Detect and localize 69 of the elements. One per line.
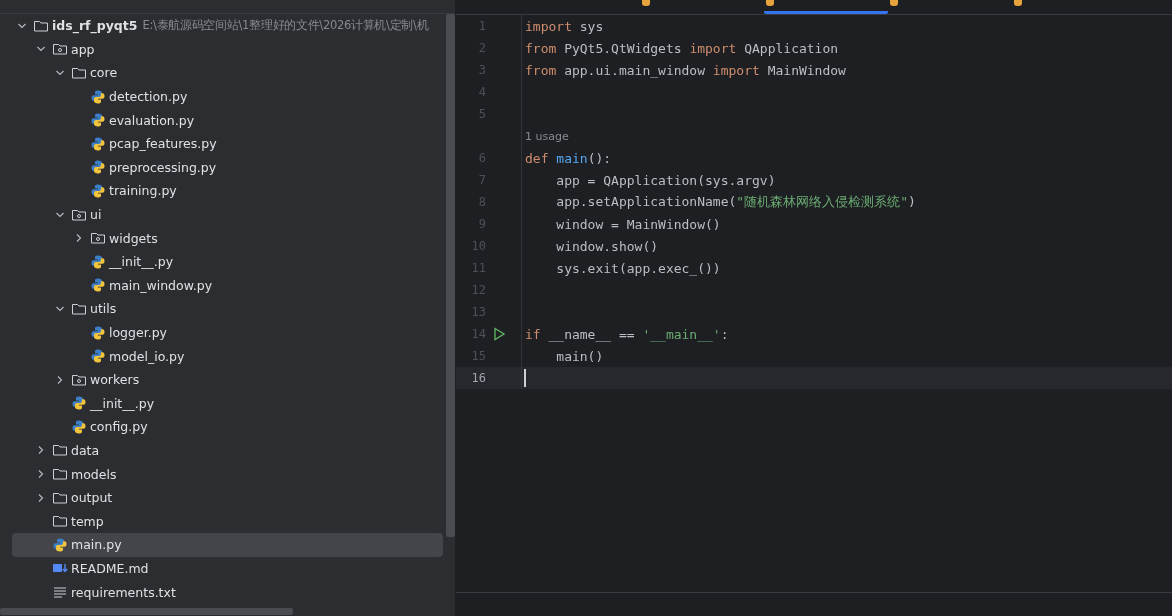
tree-item[interactable]: __init__.py bbox=[12, 249, 443, 274]
tree-item[interactable]: main_window.py bbox=[12, 273, 443, 298]
code-line: import sys bbox=[525, 18, 604, 34]
folder-icon bbox=[52, 442, 68, 459]
python-file-icon bbox=[71, 418, 87, 435]
python-file-icon bbox=[90, 324, 106, 341]
scrollbar[interactable] bbox=[446, 14, 455, 537]
tree-item[interactable]: pcap_features.py bbox=[12, 131, 443, 156]
tree-item[interactable]: detection.py bbox=[12, 84, 443, 109]
tree-item[interactable]: __init__.py bbox=[12, 391, 443, 416]
chevron-right-icon[interactable] bbox=[36, 445, 46, 456]
python-file-icon bbox=[90, 348, 106, 365]
editor-tab[interactable] bbox=[764, 0, 888, 14]
code-line: from app.ui.main_window import MainWindow bbox=[525, 62, 846, 78]
code-line: main() bbox=[555, 348, 604, 364]
tree-item[interactable]: widgets bbox=[12, 226, 443, 250]
code-line: window = MainWindow() bbox=[555, 216, 721, 232]
package-folder-icon bbox=[90, 230, 106, 247]
tree-item[interactable]: training.py bbox=[12, 179, 443, 203]
code-line: app.setApplicationName("随机森林网络入侵检测系统") bbox=[555, 193, 916, 211]
text-file-icon bbox=[52, 584, 68, 601]
tree-item[interactable]: requirements.txt bbox=[12, 580, 443, 604]
line-number: 16 bbox=[470, 371, 486, 385]
tree-item[interactable]: output bbox=[12, 485, 443, 510]
python-file-icon bbox=[71, 395, 87, 412]
tree-item[interactable]: data bbox=[12, 438, 443, 463]
code-line: window.show() bbox=[555, 238, 659, 254]
python-file-icon bbox=[90, 159, 106, 176]
tree-item[interactable]: model_io.py bbox=[12, 344, 443, 368]
usage-hint[interactable]: 1 usage bbox=[525, 129, 569, 143]
package-folder-icon bbox=[52, 41, 68, 58]
tree-item[interactable]: app bbox=[12, 37, 443, 62]
chevron-right-icon[interactable] bbox=[55, 374, 65, 385]
folder-icon bbox=[52, 466, 68, 483]
chevron-right-icon[interactable] bbox=[74, 233, 84, 244]
chevron-down-icon[interactable] bbox=[55, 68, 65, 78]
python-file-icon bbox=[90, 277, 106, 294]
tree-item[interactable]: core bbox=[12, 61, 443, 85]
tree-item[interactable]: preprocessing.py bbox=[12, 155, 443, 180]
tree-item[interactable]: models bbox=[12, 462, 443, 486]
tree-item[interactable]: workers bbox=[12, 367, 443, 392]
tree-item[interactable]: utils bbox=[12, 297, 443, 321]
tree-item[interactable]: main.py bbox=[12, 533, 443, 557]
code-line: from PyQt5.QtWidgets import QApplication bbox=[525, 40, 839, 56]
tree-item[interactable]: ui bbox=[12, 202, 443, 227]
scrollbar[interactable] bbox=[0, 608, 293, 615]
tree-item[interactable]: logger.py bbox=[12, 320, 443, 345]
run-icon[interactable] bbox=[492, 327, 506, 341]
python-file-icon bbox=[90, 135, 106, 152]
project-path: E:\泰航源码空间站\1整理好的文件\2026计算机\定制\机 bbox=[142, 18, 429, 34]
tree-item[interactable]: temp bbox=[12, 509, 443, 534]
chevron-right-icon[interactable] bbox=[36, 492, 46, 503]
tree-item[interactable]: ids_rf_pyqt5 E:\泰航源码空间站\1整理好的文件\2026计算机\定制\机 bbox=[12, 14, 443, 38]
code-line: sys.exit(app.exec_()) bbox=[555, 260, 721, 276]
python-file-icon bbox=[90, 112, 106, 129]
code-line: app = QApplication(sys.argv) bbox=[555, 172, 776, 188]
python-file-icon bbox=[90, 182, 106, 199]
tree-item[interactable]: config.py bbox=[12, 415, 443, 439]
python-file-icon bbox=[52, 536, 68, 553]
code-line: def main(): bbox=[525, 150, 612, 166]
tree-item[interactable]: evaluation.py bbox=[12, 108, 443, 132]
folder-icon bbox=[52, 513, 68, 530]
tree-item[interactable]: README.md bbox=[12, 556, 443, 581]
folder-icon bbox=[71, 65, 87, 81]
code-line: if __name__ == '__main__': bbox=[525, 326, 729, 342]
python-file-icon bbox=[90, 88, 106, 105]
text-cursor bbox=[524, 369, 526, 387]
python-file-icon bbox=[90, 253, 106, 270]
chevron-right-icon[interactable] bbox=[36, 469, 46, 480]
